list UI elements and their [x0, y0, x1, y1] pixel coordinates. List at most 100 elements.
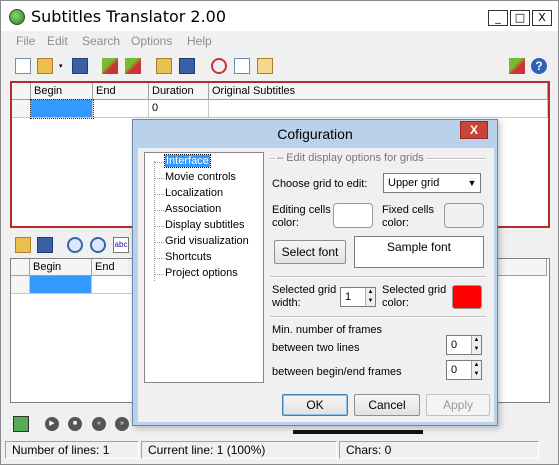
new-file-icon[interactable]: [15, 58, 31, 74]
grid-corner: [12, 83, 31, 100]
tree-item-association[interactable]: Association: [165, 203, 221, 215]
grid-select-value: Upper grid: [388, 177, 440, 189]
edit-pen-alt-icon[interactable]: [125, 58, 141, 74]
table-cell-begin[interactable]: [30, 99, 94, 119]
dialog-close-button[interactable]: X: [460, 121, 488, 139]
minimize-button[interactable]: _: [488, 10, 508, 26]
row-header[interactable]: [11, 276, 30, 294]
between-lines-label: between two lines: [272, 342, 360, 354]
column-begin[interactable]: Begin: [31, 83, 93, 100]
title-bar[interactable]: Subtitles Translator 2.00 _ □ X: [1, 1, 558, 31]
tree-item-localization[interactable]: Localization: [165, 187, 223, 199]
spin-up-icon[interactable]: ▲: [365, 288, 375, 297]
menu-search[interactable]: Search: [82, 34, 120, 48]
edit-pen-icon[interactable]: [102, 58, 118, 74]
settings-edit-icon[interactable]: [509, 58, 525, 74]
status-current-line: Current line: 1 (100%): [141, 441, 337, 459]
tree-item-grid-visualization[interactable]: Grid visualization: [165, 235, 249, 247]
between-lines-stepper[interactable]: 0 ▲ ▼: [446, 335, 482, 355]
options-tree[interactable]: Interface Movie controls Localization As…: [144, 152, 264, 383]
maximize-button[interactable]: □: [510, 10, 530, 26]
window-title: Subtitles Translator 2.00: [31, 7, 227, 26]
fixed-cells-color-swatch[interactable]: [444, 203, 484, 228]
play-icon[interactable]: ▶: [45, 417, 59, 431]
fixed-cells-color-label: Fixed cells color:: [382, 204, 434, 229]
grid-select[interactable]: Upper grid ▼: [383, 173, 481, 193]
tree-branch: [154, 274, 164, 275]
between-lines-value: 0: [451, 339, 458, 351]
configuration-dialog: Cofiguration X Interface Movie controls …: [132, 119, 498, 426]
tree-branch: [154, 242, 164, 243]
globe-icon: [9, 9, 25, 25]
column-end[interactable]: End: [93, 83, 149, 100]
save-icon[interactable]: [37, 237, 53, 253]
table-cell-duration[interactable]: 0: [149, 100, 209, 118]
choose-grid-label: Choose grid to edit:: [272, 178, 368, 190]
spin-down-icon[interactable]: ▼: [471, 345, 481, 354]
menu-options[interactable]: Options: [131, 34, 172, 48]
table-cell-original[interactable]: [209, 100, 548, 118]
grid-width-value: 1: [345, 291, 352, 303]
menu-edit[interactable]: Edit: [47, 34, 68, 48]
table-cell-end[interactable]: [93, 100, 149, 118]
dialog-body: Interface Movie controls Localization As…: [138, 148, 494, 422]
tree-branch: [154, 210, 164, 211]
sample-font-preview: Sample font: [354, 236, 484, 268]
help-icon[interactable]: ?: [531, 58, 547, 74]
tree-item-movie-controls[interactable]: Movie controls: [165, 171, 236, 183]
tree-connector: [154, 161, 155, 281]
column-original-subtitles[interactable]: Original Subtitles: [209, 83, 548, 100]
select-font-button[interactable]: Select font: [274, 240, 346, 264]
tree-branch: [154, 178, 164, 179]
cut-icon[interactable]: [211, 58, 227, 74]
chevron-down-icon[interactable]: ▼: [465, 175, 479, 191]
tree-item-project-options[interactable]: Project options: [165, 267, 238, 279]
apply-button[interactable]: Apply: [426, 394, 490, 416]
between-begin-end-stepper[interactable]: 0 ▲ ▼: [446, 360, 482, 380]
spin-up-icon[interactable]: ▲: [471, 336, 481, 345]
media-file-icon[interactable]: [13, 416, 29, 432]
group-title: – Edit display options for grids: [275, 152, 426, 164]
forward-icon[interactable]: »: [115, 417, 129, 431]
tree-item-shortcuts[interactable]: Shortcuts: [165, 251, 211, 263]
tree-item-interface[interactable]: Interface: [164, 154, 211, 168]
cancel-button[interactable]: Cancel: [354, 394, 420, 416]
table-cell-begin[interactable]: [30, 276, 92, 294]
open-translation-icon[interactable]: [156, 58, 172, 74]
tree-branch: [154, 226, 164, 227]
tree-item-display-subtitles[interactable]: Display subtitles: [165, 219, 244, 231]
menu-help[interactable]: Help: [187, 34, 212, 48]
status-chars: Chars: 0: [339, 441, 539, 459]
playback-position-bar[interactable]: [293, 430, 423, 434]
spin-down-icon[interactable]: ▼: [471, 370, 481, 379]
separator: [270, 316, 486, 318]
tree-branch: [154, 162, 164, 163]
column-begin[interactable]: Begin: [30, 259, 92, 276]
open-folder-icon[interactable]: [37, 58, 53, 74]
editing-cells-color-swatch[interactable]: [333, 203, 373, 228]
menu-file[interactable]: File: [16, 34, 35, 48]
save-icon[interactable]: [72, 58, 88, 74]
dropdown-arrow-icon[interactable]: ▾: [59, 62, 65, 70]
stop-icon[interactable]: ■: [68, 417, 82, 431]
paste-icon[interactable]: [257, 58, 273, 74]
grid-width-stepper[interactable]: 1 ▲ ▼: [340, 287, 376, 307]
search-icon[interactable]: [67, 237, 83, 253]
replace-icon[interactable]: [90, 237, 106, 253]
spin-up-icon[interactable]: ▲: [471, 361, 481, 370]
spellcheck-icon[interactable]: abc: [113, 237, 129, 253]
separator: [270, 276, 486, 278]
selected-grid-color-swatch[interactable]: [452, 285, 482, 309]
between-begin-end-label: between begin/end frames: [272, 366, 402, 378]
open-folder-icon[interactable]: [15, 237, 31, 253]
group-title-text: Edit display options for grids: [286, 152, 424, 164]
column-duration[interactable]: Duration: [149, 83, 209, 100]
close-button[interactable]: X: [532, 10, 552, 26]
copy-icon[interactable]: [234, 58, 250, 74]
save-translation-icon[interactable]: [179, 58, 195, 74]
dialog-title: Cofiguration: [277, 126, 353, 142]
spin-down-icon[interactable]: ▼: [365, 297, 375, 306]
rewind-icon[interactable]: «: [92, 417, 106, 431]
row-header[interactable]: [12, 100, 31, 118]
ok-button[interactable]: OK: [282, 394, 348, 416]
